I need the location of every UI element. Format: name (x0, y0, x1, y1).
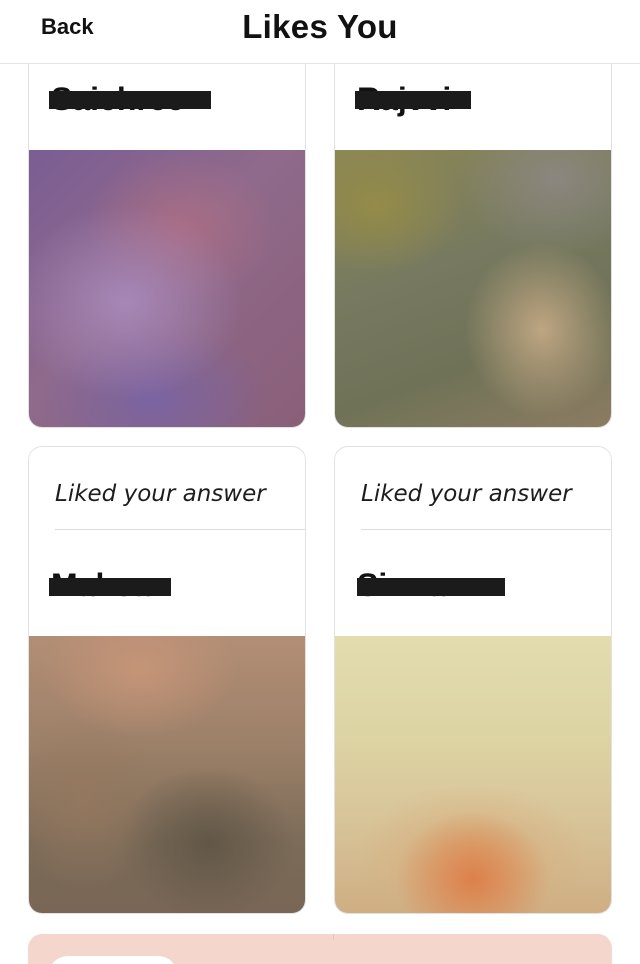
card-divider (55, 529, 305, 530)
name-redaction-bar (49, 91, 211, 109)
card-divider (361, 529, 611, 530)
name-redaction-bar (355, 91, 471, 109)
name-redaction-bar (49, 578, 171, 596)
name-redaction-bar (357, 578, 505, 596)
page-title: Likes You (242, 8, 398, 45)
top-bar: Back Likes You (0, 0, 640, 64)
profile-photo-blurred[interactable] (29, 636, 305, 913)
like-card[interactable]: Liked your answer Mahsa (28, 446, 306, 914)
promo-divider (333, 934, 334, 940)
profile-photo-blurred[interactable] (335, 150, 611, 427)
profile-photo-blurred[interactable] (29, 150, 305, 427)
upgrade-banner[interactable] (28, 934, 612, 964)
like-card[interactable]: Liked your answer Simran (334, 446, 612, 914)
profile-photo-blurred[interactable] (335, 636, 611, 913)
upgrade-pill-button[interactable] (48, 956, 178, 964)
like-card[interactable]: Saichree (28, 40, 306, 428)
like-card[interactable]: Rajvvi (334, 40, 612, 428)
liked-answer-label: Liked your answer (55, 481, 266, 507)
liked-answer-label: Liked your answer (361, 481, 572, 507)
